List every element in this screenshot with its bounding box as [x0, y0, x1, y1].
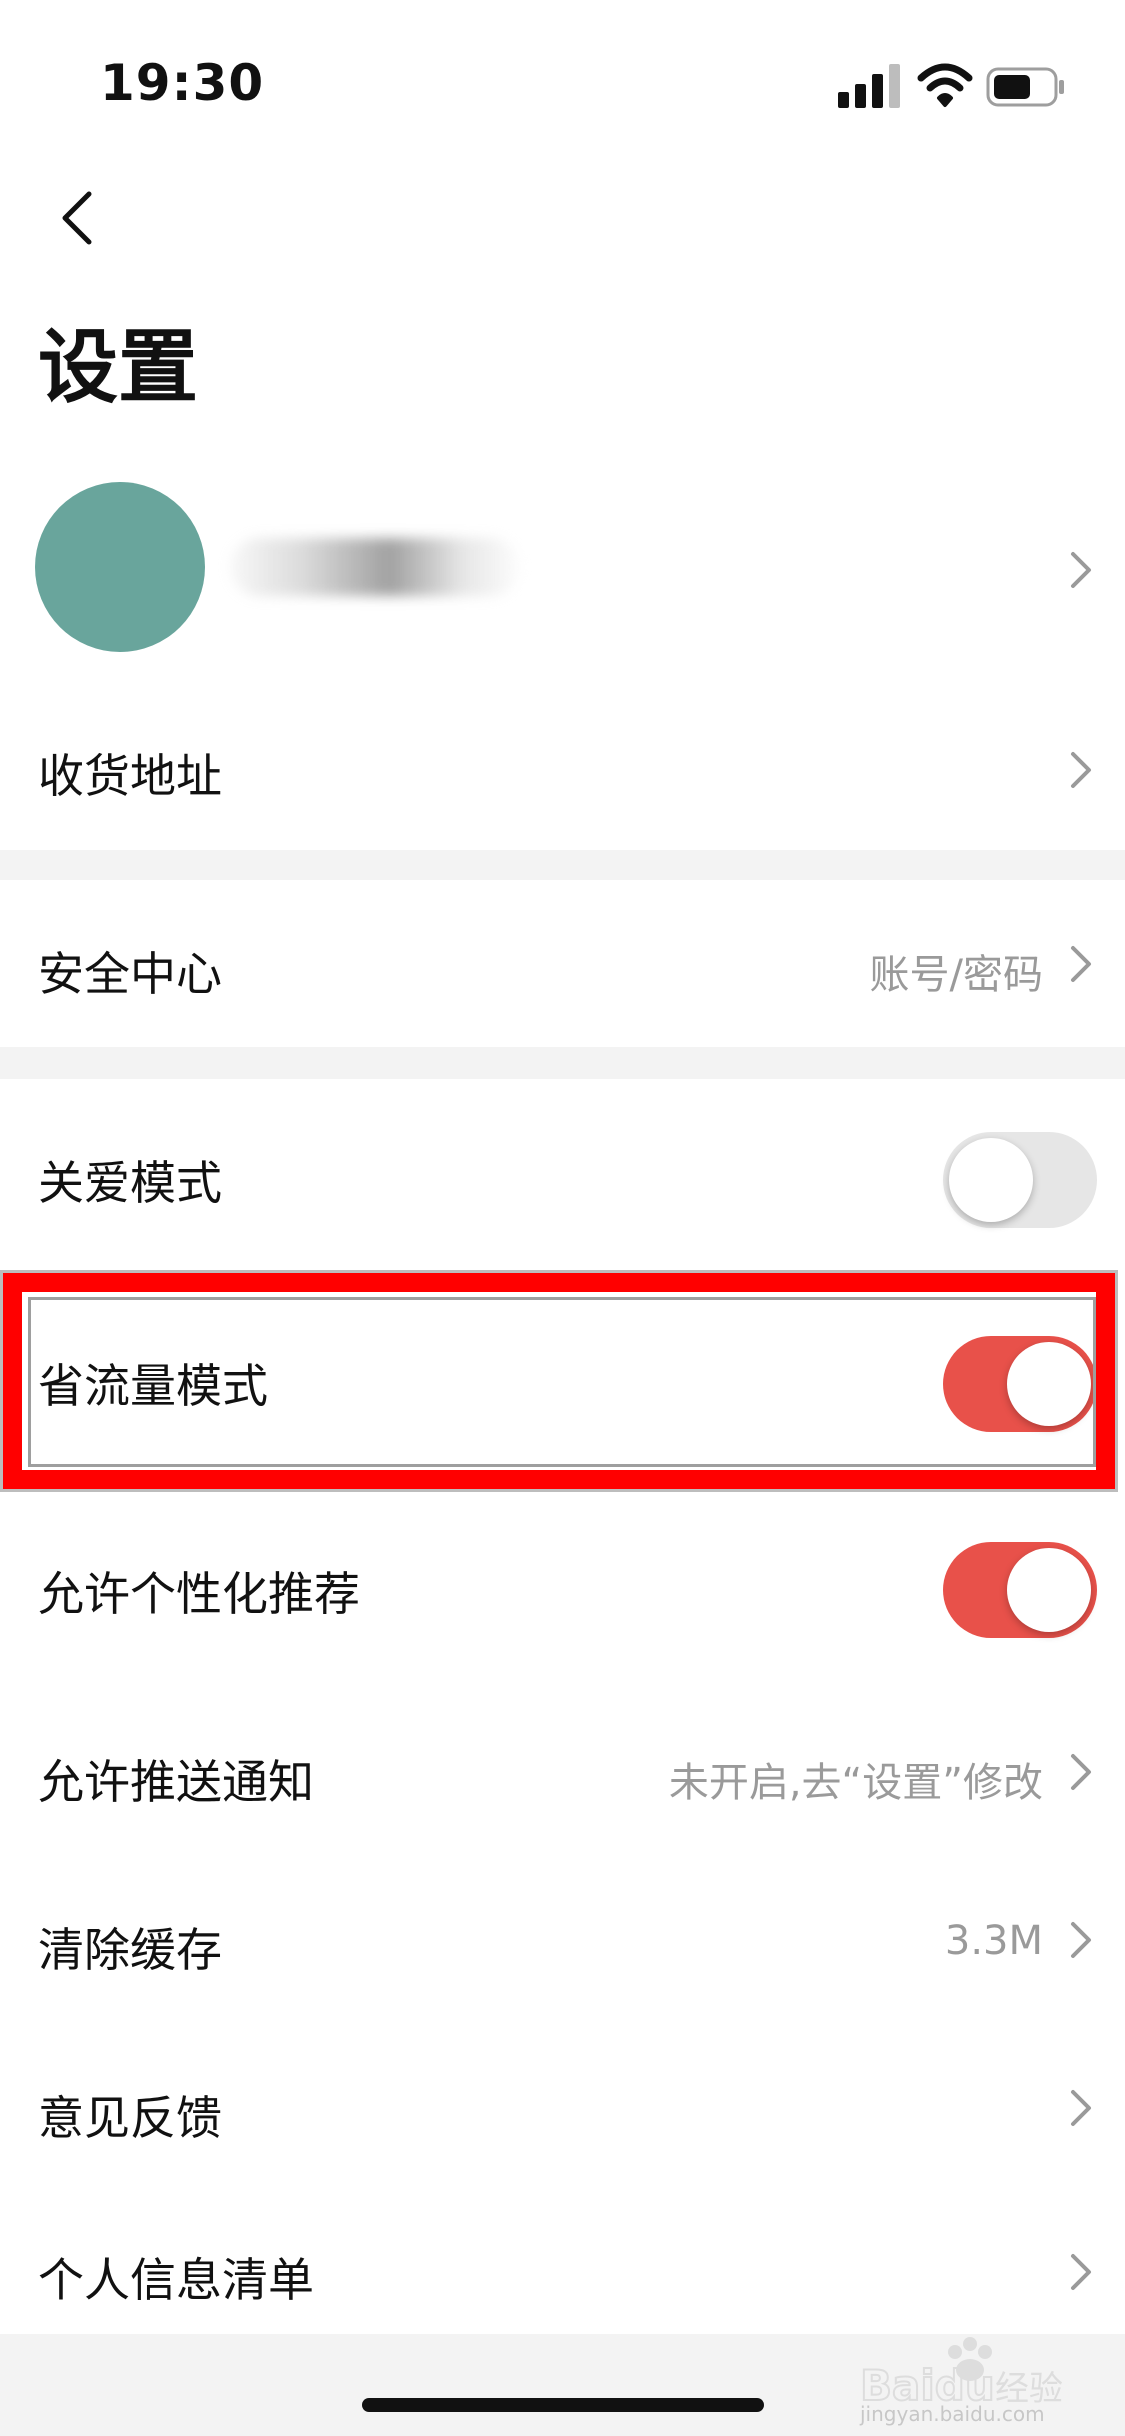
chevron-right-icon: [1071, 1922, 1091, 1958]
back-icon: [62, 191, 92, 245]
toggle-knob: [949, 1138, 1033, 1222]
chevron-right-icon: [1071, 552, 1091, 588]
personalized-recommend-toggle[interactable]: [943, 1542, 1097, 1638]
status-bar: 19:30: [0, 0, 1125, 170]
page-title: 设置: [38, 321, 198, 414]
chevron-right-icon: [1071, 2254, 1091, 2290]
section-divider: [0, 850, 1125, 880]
status-time: 19:30: [100, 54, 265, 112]
signal-icon: [838, 64, 900, 108]
push-notification-value: 未开启,去“设置”修改: [668, 1760, 1043, 1806]
care-mode-label: 关爱模式: [38, 1156, 222, 1210]
security-center-row[interactable]: 安全中心 账号/密码: [0, 880, 1125, 1047]
care-mode-row: 关爱模式: [0, 1079, 1125, 1269]
chevron-right-icon: [1071, 1754, 1091, 1790]
care-mode-toggle[interactable]: [943, 1132, 1097, 1228]
section-divider: [0, 1047, 1125, 1079]
home-indicator[interactable]: [362, 2398, 764, 2412]
personal-info-list-label: 个人信息清单: [38, 2253, 314, 2307]
address-row[interactable]: 收货地址: [0, 690, 1125, 850]
push-notification-row[interactable]: 允许推送通知 未开启,去“设置”修改: [0, 1690, 1125, 1855]
security-center-value: 账号/密码: [869, 952, 1043, 998]
personalized-recommend-row: 允许个性化推荐: [0, 1500, 1125, 1680]
avatar: [35, 482, 205, 652]
chevron-right-icon: [1071, 946, 1091, 982]
wifi-icon: [917, 63, 973, 107]
profile-row[interactable]: [0, 470, 1125, 670]
address-label: 收货地址: [38, 749, 222, 803]
highlight-annotation: [0, 1270, 1118, 1492]
push-notification-label: 允许推送通知: [38, 1755, 314, 1809]
back-button[interactable]: [45, 170, 115, 260]
clear-cache-row[interactable]: 清除缓存 3.3M: [0, 1858, 1125, 2023]
toggle-knob: [1007, 1548, 1091, 1632]
feedback-row[interactable]: 意见反馈: [0, 2026, 1125, 2191]
personalized-recommend-label: 允许个性化推荐: [38, 1567, 360, 1621]
chevron-right-icon: [1071, 2090, 1091, 2126]
watermark-url: jingyan.baidu.com: [860, 2402, 1045, 2426]
clear-cache-label: 清除缓存: [38, 1923, 222, 1977]
security-center-label: 安全中心: [38, 947, 222, 1001]
chevron-right-icon: [1071, 752, 1091, 788]
feedback-label: 意见反馈: [38, 2091, 222, 2145]
profile-name-blurred: [230, 538, 520, 596]
battery-icon: [986, 67, 1064, 107]
clear-cache-value: 3.3M: [944, 1918, 1043, 1964]
personal-info-list-row[interactable]: 个人信息清单: [0, 2194, 1125, 2334]
